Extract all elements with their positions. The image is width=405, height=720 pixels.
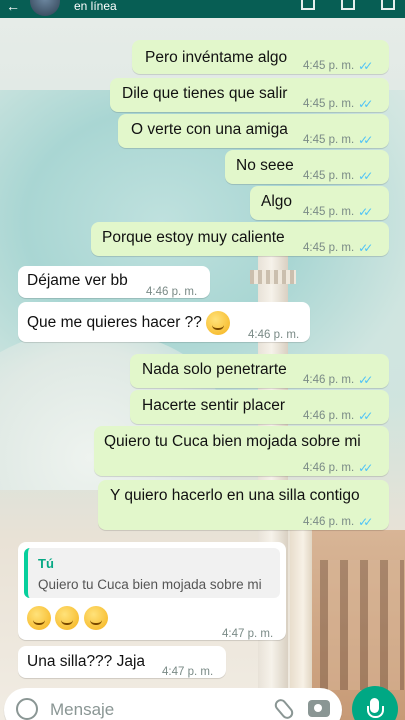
menu-icon[interactable] <box>381 0 395 10</box>
message-text: No seee <box>236 157 294 174</box>
message-list[interactable]: Pero invéntame algo 4:45 p. m. ✓✓ Dile qu… <box>0 0 405 680</box>
video-call-icon[interactable] <box>301 0 315 10</box>
message-text: Quiero tu Cuca bien mojada sobre mi <box>104 433 361 450</box>
message-bubble[interactable]: Algo 4:45 p. m. ✓✓ <box>250 186 389 220</box>
message-text: Hacerte sentir placer <box>142 397 286 414</box>
message-time: 4:47 p. m. <box>162 666 214 678</box>
emoji-icon[interactable] <box>16 698 38 720</box>
message-bubble[interactable]: O verte con una amiga 4:45 p. m. ✓✓ <box>118 114 389 148</box>
read-ticks-icon: ✓✓ <box>358 409 373 423</box>
read-ticks-icon: ✓✓ <box>358 373 373 387</box>
message-text: O verte con una amiga <box>131 121 288 138</box>
message-input[interactable]: Mensaje <box>50 700 114 720</box>
message-bubble[interactable]: Pero invéntame algo 4:45 p. m. ✓✓ <box>132 40 389 74</box>
message-text: Déjame ver bb <box>27 272 128 289</box>
message-bubble[interactable]: Porque estoy muy caliente 4:45 p. m. ✓✓ <box>91 222 389 256</box>
message-bubble[interactable]: Quiero tu Cuca bien mojada sobre mi 4:46… <box>94 426 389 476</box>
message-text: Algo <box>261 193 293 210</box>
message-bubble[interactable]: Una silla??? Jaja 4:47 p. m. <box>18 646 226 678</box>
read-ticks-icon: ✓✓ <box>358 97 373 111</box>
read-ticks-icon: ✓✓ <box>358 241 373 255</box>
message-bubble[interactable]: Que me quieres hacer ?? 4:46 p. m. <box>18 302 310 342</box>
quoted-author: Tú <box>38 556 54 571</box>
read-ticks-icon: ✓✓ <box>358 169 373 183</box>
reply-message-bubble[interactable]: Tú Quiero tu Cuca bien mojada sobre mi 4… <box>18 542 286 640</box>
message-time: 4:46 p. m. <box>248 329 300 341</box>
message-time: 4:47 p. m. <box>222 628 274 640</box>
message-text: Porque estoy muy caliente <box>102 229 285 246</box>
emoji-row <box>27 606 108 630</box>
message-time: 4:46 p. m. ✓✓ <box>303 406 373 426</box>
header-actions <box>301 0 395 10</box>
message-time: 4:45 p. m. ✓✓ <box>303 56 373 76</box>
message-text: Y quiero hacerlo en una silla contigo <box>110 487 360 504</box>
thinking-face-icon <box>206 311 231 335</box>
avatar[interactable] <box>30 0 60 16</box>
message-time: 4:46 p. m. ✓✓ <box>303 512 373 532</box>
microphone-button[interactable] <box>352 686 398 720</box>
grimacing-face-icon <box>83 606 108 630</box>
read-ticks-icon: ✓✓ <box>358 133 373 147</box>
message-text: Pero invéntame algo <box>145 49 288 66</box>
message-text: Que me quieres hacer ?? <box>27 311 231 335</box>
message-bubble[interactable]: No seee 4:45 p. m. ✓✓ <box>225 150 389 184</box>
message-time: 4:45 p. m. ✓✓ <box>303 130 373 150</box>
grimacing-face-icon <box>27 606 51 630</box>
message-bubble[interactable]: Y quiero hacerlo en una silla contigo 4:… <box>98 480 389 530</box>
contact-status: en línea <box>74 0 117 13</box>
quoted-text: Quiero tu Cuca bien mojada sobre mi <box>38 577 262 592</box>
message-time: 4:46 p. m. ✓✓ <box>303 458 373 478</box>
attach-icon[interactable] <box>272 696 296 720</box>
message-bubble[interactable]: Déjame ver bb 4:46 p. m. <box>18 266 210 298</box>
back-arrow-icon[interactable]: ← <box>6 0 20 14</box>
message-time: 4:45 p. m. ✓✓ <box>303 202 373 222</box>
message-time: 4:45 p. m. ✓✓ <box>303 94 373 114</box>
message-time: 4:46 p. m. ✓✓ <box>303 370 373 390</box>
message-time: 4:45 p. m. ✓✓ <box>303 166 373 186</box>
quoted-message[interactable]: Tú Quiero tu Cuca bien mojada sobre mi <box>24 548 280 598</box>
grimacing-face-icon <box>55 606 80 630</box>
message-time: 4:46 p. m. <box>146 286 198 298</box>
message-input-bar[interactable]: Mensaje <box>4 688 342 720</box>
message-bubble[interactable]: Dile que tienes que salir 4:45 p. m. ✓✓ <box>110 78 389 112</box>
message-time: 4:45 p. m. ✓✓ <box>303 238 373 258</box>
message-bubble[interactable]: Hacerte sentir placer 4:46 p. m. ✓✓ <box>130 390 389 424</box>
phone-icon[interactable] <box>341 0 355 10</box>
read-ticks-icon: ✓✓ <box>358 461 373 475</box>
read-ticks-icon: ✓✓ <box>358 59 373 73</box>
read-ticks-icon: ✓✓ <box>358 515 373 529</box>
message-text: Nada solo penetrarte <box>142 361 287 378</box>
chat-header: ← en línea <box>0 0 405 18</box>
message-text: Dile que tienes que salir <box>122 85 288 102</box>
read-ticks-icon: ✓✓ <box>358 205 373 219</box>
camera-icon[interactable] <box>308 700 330 717</box>
message-bubble[interactable]: Nada solo penetrarte 4:46 p. m. ✓✓ <box>130 354 389 388</box>
message-text: Una silla??? Jaja <box>27 653 146 670</box>
